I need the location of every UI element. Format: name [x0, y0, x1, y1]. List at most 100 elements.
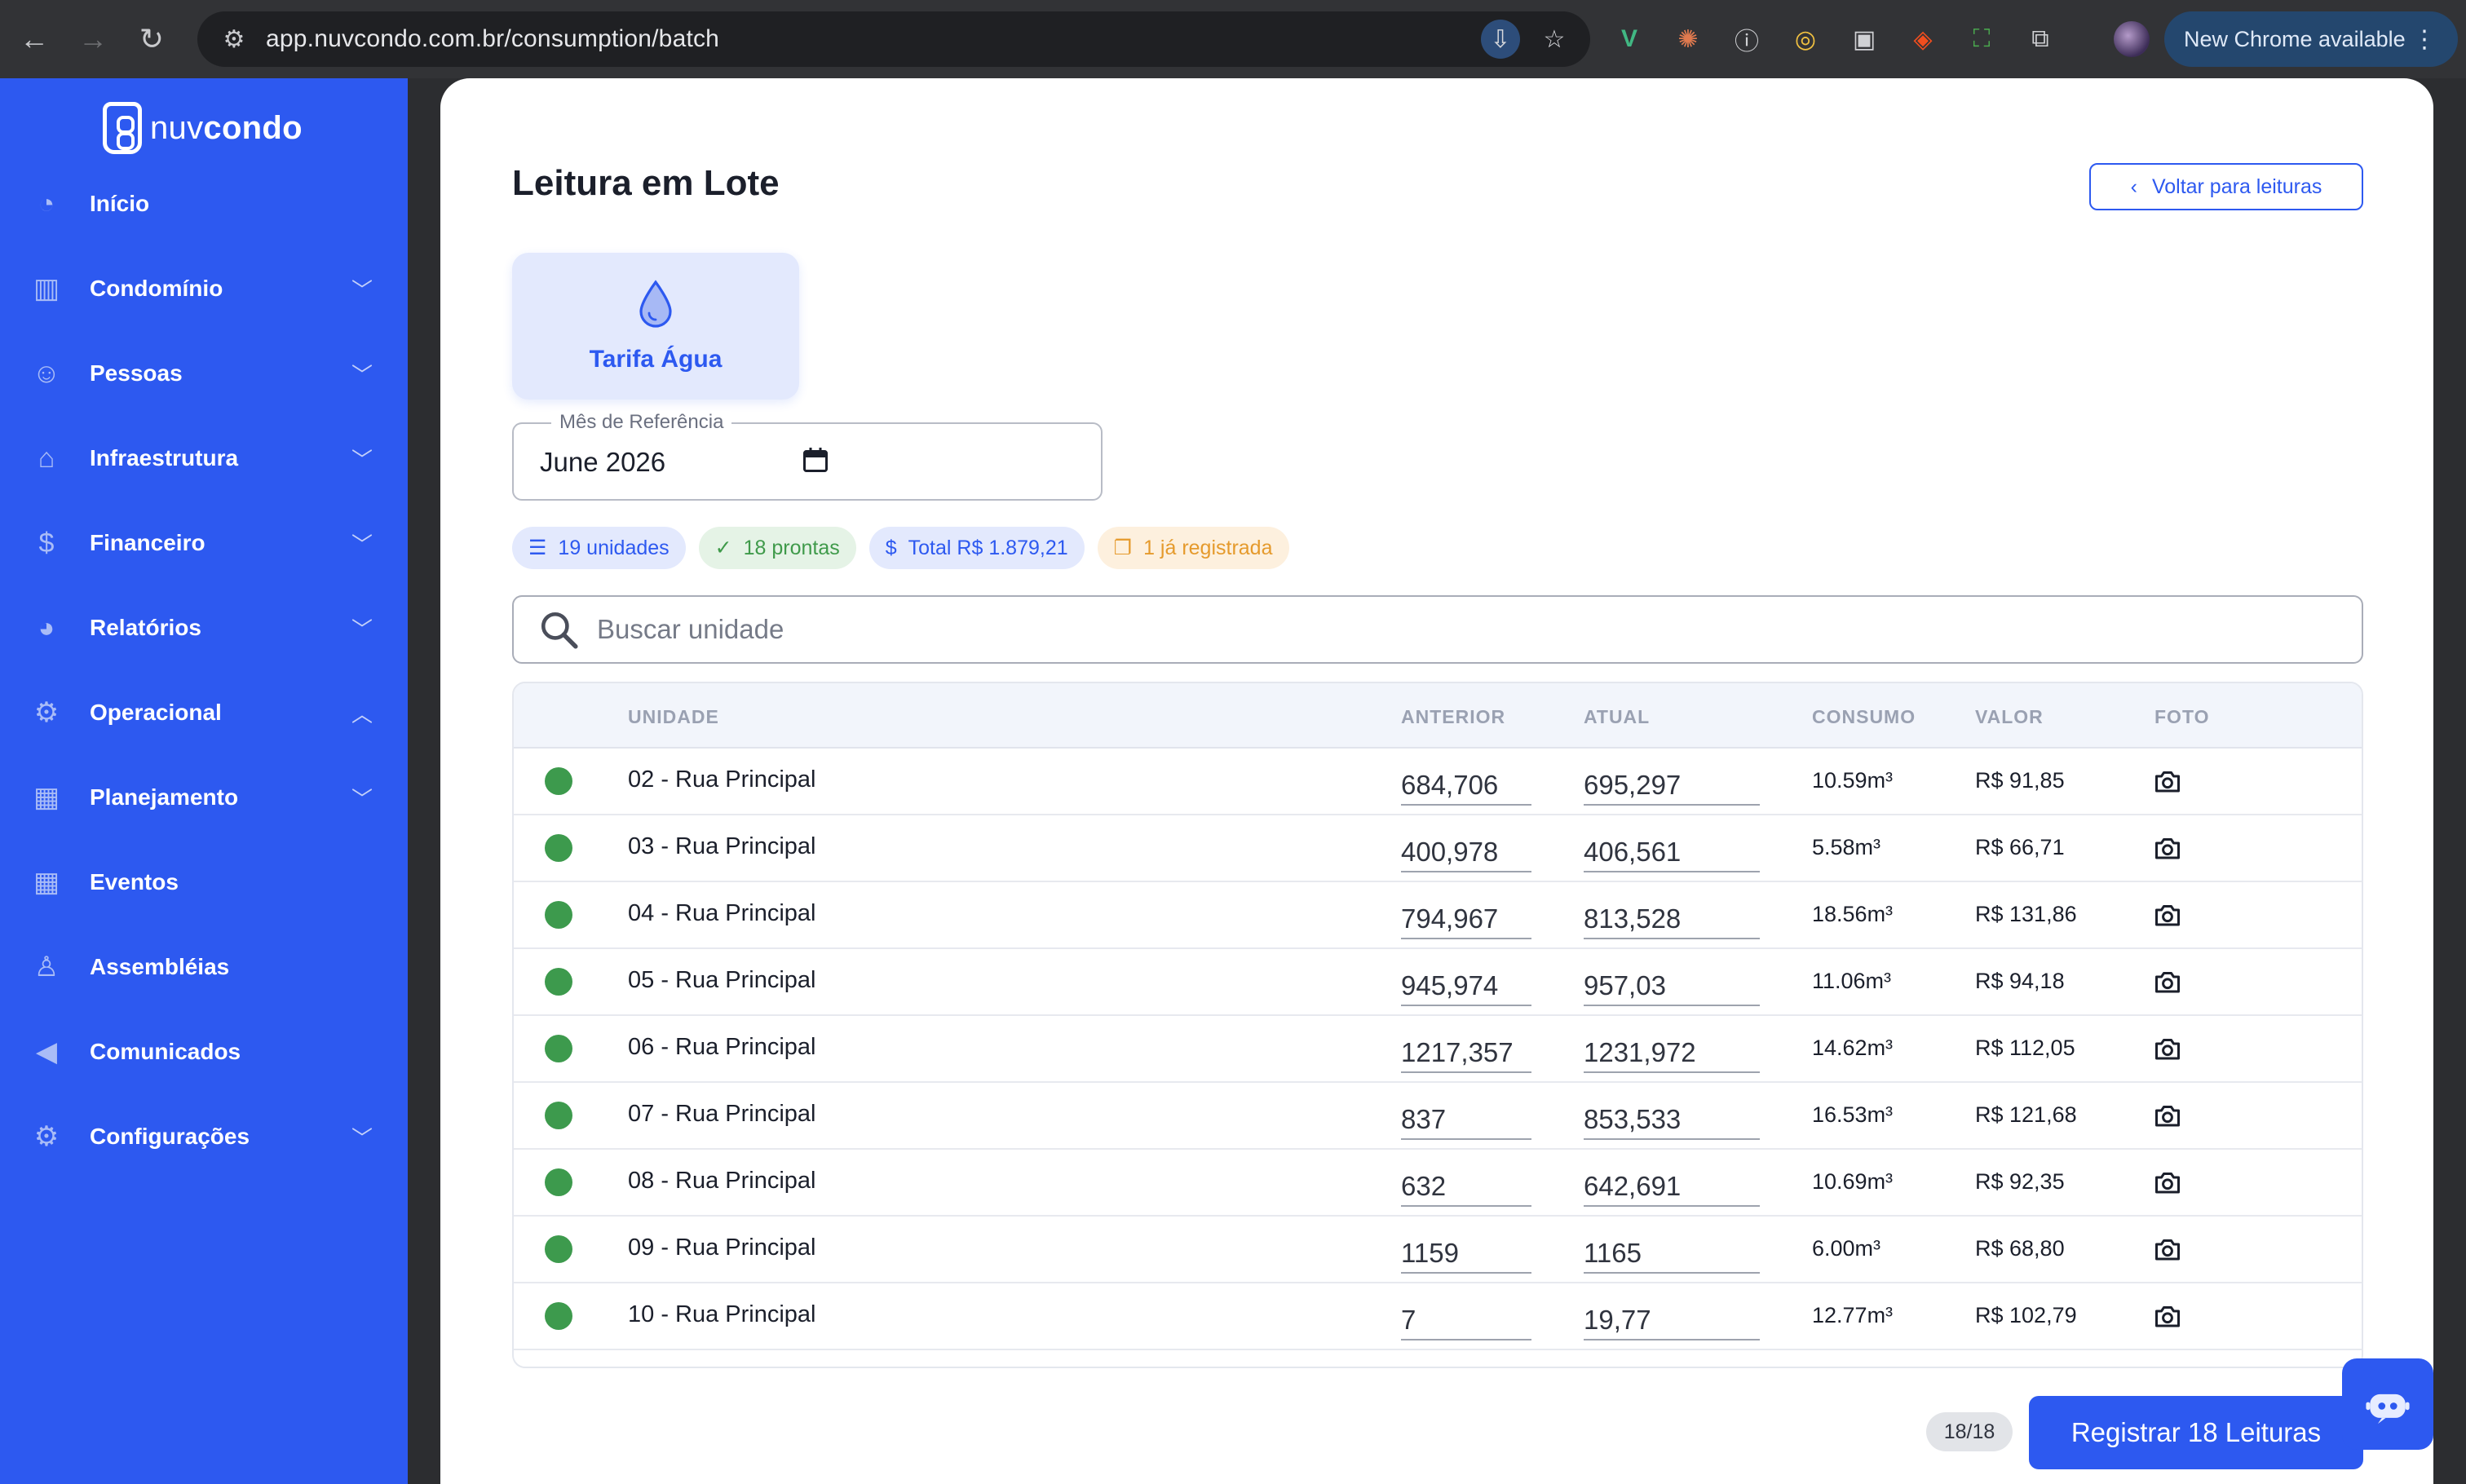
new-chrome-available-button[interactable]: New Chrome available ⋮	[2164, 11, 2458, 67]
people-icon: ☺	[32, 357, 61, 389]
sidebar-item-eventos[interactable]: ▦ Eventos	[0, 850, 408, 915]
sidebar-item-comunicados[interactable]: ◀ Comunicados	[0, 1019, 408, 1084]
extensions-puzzle-icon[interactable]: ⧉	[2019, 18, 2062, 60]
gear-icon: ⚙	[33, 1121, 60, 1152]
m-extension-icon[interactable]: ▣	[1843, 18, 1885, 60]
previous-reading-input[interactable]: 837	[1401, 1104, 1531, 1140]
vue-devtools-extension-icon[interactable]: V	[1608, 18, 1651, 60]
current-reading-input[interactable]: 813,528	[1584, 903, 1760, 939]
consumption-value: 16.53m³	[1812, 1102, 1894, 1127]
charge-value: R$ 66,71	[1975, 835, 2065, 859]
figma-extension-icon[interactable]: ◈	[1902, 18, 1944, 60]
sidebar-item-inicio[interactable]: ◔ Início	[0, 171, 408, 236]
sidebar-item-financeiro[interactable]: $ Financeiro ﹀	[0, 510, 408, 576]
current-reading-input[interactable]: 19,77	[1584, 1305, 1760, 1340]
nuvcondo-logo[interactable]: nuvcondo	[103, 99, 303, 157]
sidebar-item-infraestrutura[interactable]: ⌂ Infraestrutura ﹀	[0, 426, 408, 491]
sidebar-item-condominio[interactable]: ▥ Condomínio ﹀	[0, 256, 408, 321]
consumption-value: 5.58m³	[1812, 835, 1881, 859]
summary-chips: ☰ 19 unidades ✓ 18 prontas $ Total R$ 1.…	[512, 527, 1289, 569]
camera-icon[interactable]	[2153, 1101, 2182, 1130]
camera-icon[interactable]	[2153, 900, 2182, 930]
camera-icon[interactable]	[2153, 1034, 2182, 1063]
chevron-up-icon: ︿	[351, 701, 373, 727]
header-previous: ANTERIOR	[1401, 706, 1506, 727]
previous-reading-input[interactable]: 632	[1401, 1171, 1531, 1207]
color-picker-extension-icon[interactable]: ◎	[1784, 18, 1827, 60]
password-manager-extension-icon[interactable]: ⓘ	[1726, 18, 1768, 60]
sidebar-item-pessoas[interactable]: ☺ Pessoas ﹀	[0, 341, 408, 406]
current-reading-input[interactable]: 642,691	[1584, 1171, 1760, 1207]
header-value: VALOR	[1975, 706, 2044, 727]
tariff-water-card[interactable]: Tarifa Água	[512, 253, 799, 400]
sidebar-item-label: Planejamento	[90, 784, 239, 810]
ready-status-dot	[545, 767, 572, 795]
sidebar-item-label: Infraestrutura	[90, 445, 239, 470]
total-value-label: Total R$ 1.879,21	[908, 536, 1068, 559]
chatbot-button[interactable]	[2342, 1358, 2433, 1450]
ready-status-dot	[545, 1168, 572, 1196]
address-bar[interactable]: ⚙ app.nuvcondo.com.br/consumption/batch …	[197, 11, 1590, 67]
water-drop-icon	[639, 280, 672, 328]
dollar-icon: $	[885, 536, 897, 559]
bookmark-star-icon[interactable]: ☆	[1535, 20, 1574, 59]
previous-reading-input[interactable]: 7	[1401, 1305, 1531, 1340]
chevron-down-icon: ﹀	[351, 1125, 373, 1151]
forward-arrow-icon[interactable]: →	[68, 15, 117, 64]
register-readings-button[interactable]: Registrar 18 Leituras	[2029, 1396, 2363, 1469]
units-count-chip: ☰ 19 unidades	[512, 527, 686, 569]
header-photo: FOTO	[2154, 706, 2210, 727]
previous-reading-input[interactable]: 945,974	[1401, 970, 1531, 1006]
previous-reading-input[interactable]: 1159	[1401, 1238, 1531, 1274]
reload-icon[interactable]: ↻	[127, 15, 176, 64]
previous-reading-input[interactable]: 684,706	[1401, 770, 1531, 806]
camera-icon[interactable]	[2153, 1301, 2182, 1331]
back-arrow-icon[interactable]: ←	[10, 15, 59, 64]
unit-name: 09 - Rua Principal	[628, 1234, 816, 1261]
reference-month-field[interactable]: Mês de Referência June 2026	[512, 411, 1103, 501]
url-text[interactable]: app.nuvcondo.com.br/consumption/batch	[266, 25, 719, 53]
ready-counter-badge: 18/18	[1926, 1412, 2013, 1451]
profile-avatar[interactable]	[2114, 21, 2150, 57]
robot-icon	[2366, 1393, 2410, 1424]
tariff-label: Tarifa Água	[589, 346, 723, 373]
camera-icon[interactable]	[2153, 1168, 2182, 1197]
current-reading-input[interactable]: 695,297	[1584, 770, 1760, 806]
dollar-icon: $	[38, 527, 55, 559]
current-reading-input[interactable]: 406,561	[1584, 837, 1760, 872]
sidebar-item-operacional[interactable]: ⚙ Operacional ︿	[0, 680, 408, 745]
current-reading-input[interactable]: 957,03	[1584, 970, 1760, 1006]
calendar-picker-icon[interactable]	[801, 445, 830, 475]
current-reading-input[interactable]: 1231,972	[1584, 1037, 1760, 1073]
previous-reading-input[interactable]: 400,978	[1401, 837, 1531, 872]
table-header: UNIDADE ANTERIOR ATUAL CONSUMO VALOR FOT…	[514, 683, 2362, 749]
camera-icon[interactable]	[2153, 766, 2182, 796]
camera-icon[interactable]	[2153, 833, 2182, 863]
table-row: 09 - Rua Principal 1159 1165 6.00m³ R$ 6…	[514, 1217, 2362, 1283]
table-row: 08 - Rua Principal 632 642,691 10.69m³ R…	[514, 1150, 2362, 1217]
install-app-icon[interactable]: ⇩	[1481, 20, 1520, 59]
sidebar-item-planejamento[interactable]: ▦ Planejamento ﹀	[0, 765, 408, 830]
sidebar-item-relatorios[interactable]: ◕ Relatórios ﹀	[0, 595, 408, 660]
back-to-readings-button[interactable]: ‹ Voltar para leituras	[2089, 163, 2363, 210]
previous-reading-input[interactable]: 1217,357	[1401, 1037, 1531, 1073]
ready-status-dot	[545, 1035, 572, 1062]
reference-month-value[interactable]: June 2026	[540, 447, 665, 478]
search-input[interactable]: Buscar unidade	[597, 614, 784, 645]
site-settings-icon[interactable]: ⚙	[214, 25, 254, 54]
previous-reading-input[interactable]: 794,967	[1401, 903, 1531, 939]
sidebar: nuvcondo ◔ Início ▥ Condomínio ﹀ ☺ Pesso…	[0, 78, 408, 1484]
screenshot-extension-icon[interactable]: ⛶	[1960, 18, 2003, 60]
calendar-icon: ▦	[33, 782, 60, 813]
camera-icon[interactable]	[2153, 967, 2182, 996]
sidebar-item-configuracoes[interactable]: ⚙ Configurações ﹀	[0, 1104, 408, 1169]
current-reading-input[interactable]: 1165	[1584, 1238, 1760, 1274]
claude-extension-icon[interactable]: ✺	[1667, 18, 1709, 60]
sidebar-item-assembleias[interactable]: ♙ Assembléias	[0, 934, 408, 1000]
camera-icon[interactable]	[2153, 1234, 2182, 1264]
search-unit-field[interactable]: Buscar unidade	[512, 595, 2363, 664]
current-reading-input[interactable]: 853,533	[1584, 1104, 1760, 1140]
megaphone-icon: ◀	[35, 1036, 58, 1067]
back-button-label: Voltar para leituras	[2151, 174, 2322, 198]
charge-value: R$ 94,18	[1975, 969, 2065, 993]
